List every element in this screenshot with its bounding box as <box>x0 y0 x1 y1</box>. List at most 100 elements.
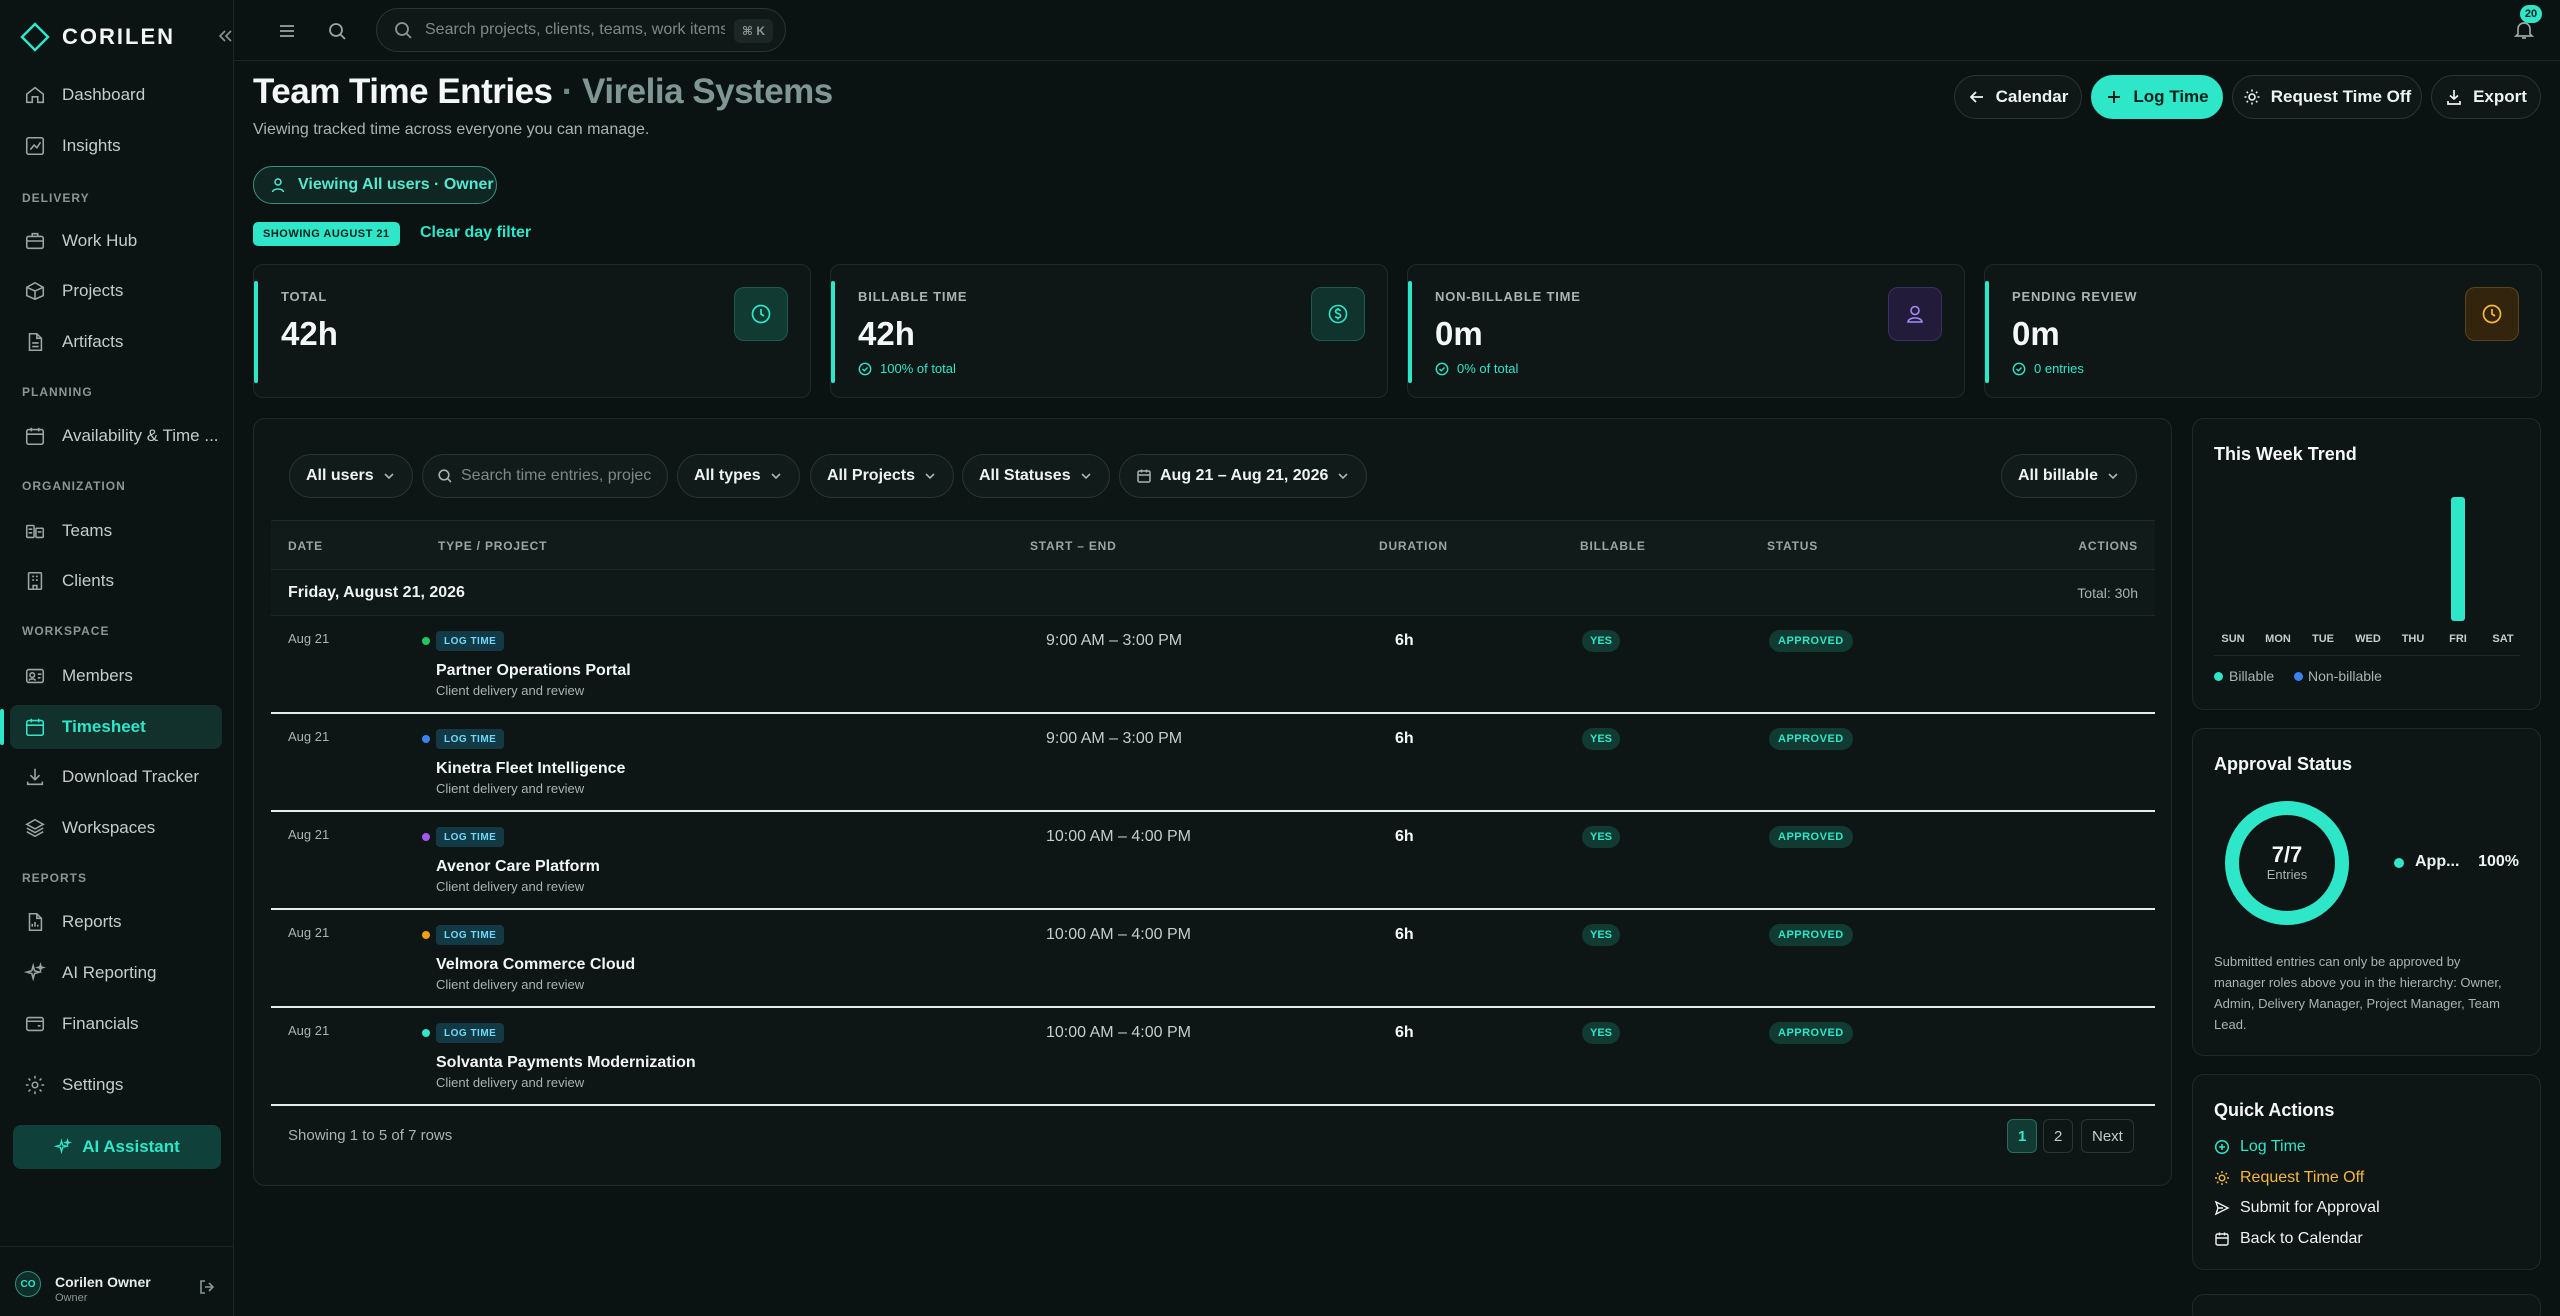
stat-value: 42h <box>858 315 915 352</box>
sidebar-item-work-hub[interactable]: Work Hub <box>10 219 222 263</box>
project-name[interactable]: Partner Operations Portal <box>436 662 631 680</box>
users-filter-label: All users <box>306 467 374 484</box>
next-page-button[interactable]: Next <box>2081 1119 2134 1153</box>
quick-action-request-time-off[interactable]: Request Time Off <box>2214 1169 2364 1187</box>
sidebar-item-projects[interactable]: Projects <box>10 269 222 313</box>
statuses-filter[interactable]: All Statuses <box>962 454 1110 498</box>
column-header-duration[interactable]: DURATION <box>1379 539 1448 553</box>
sidebar-item-label: Settings <box>62 1075 124 1094</box>
trend-bar-fri[interactable] <box>2451 497 2465 621</box>
quick-action-log-time[interactable]: Log Time <box>2214 1138 2306 1156</box>
quick-action-label: Back to Calendar <box>2240 1230 2363 1247</box>
collapse-sidebar-icon[interactable] <box>216 27 234 45</box>
legend-dot-approved <box>2394 858 2404 868</box>
sidebar-item-dashboard[interactable]: Dashboard <box>10 73 222 117</box>
global-search-input[interactable] <box>425 21 725 39</box>
sidebar-item-availability[interactable]: Availability & Time ... <box>10 414 222 458</box>
stat-sub-text: 0 entries <box>2034 361 2084 376</box>
sidebar-item-clients[interactable]: Clients <box>10 559 222 603</box>
entry-duration: 6h <box>1395 632 1414 649</box>
sidebar-item-members[interactable]: Members <box>10 654 222 698</box>
project-name[interactable]: Kinetra Fleet Intelligence <box>436 760 625 778</box>
page-button-1[interactable]: 1 <box>2007 1119 2038 1153</box>
users-filter[interactable]: All users <box>289 454 413 498</box>
menu-icon[interactable] <box>276 20 298 42</box>
log-time-button[interactable]: Log Time <box>2091 75 2223 119</box>
sidebar-item-artifacts[interactable]: Artifacts <box>10 320 222 364</box>
status-badge: APPROVED <box>1769 826 1853 848</box>
chevron-down-icon <box>2108 473 2118 480</box>
trend-day-label: WED <box>2355 633 2381 645</box>
calendar-button[interactable]: Calendar <box>1954 75 2082 119</box>
logout-icon[interactable] <box>198 1278 216 1296</box>
date-range-filter[interactable]: Aug 21 – Aug 21, 2026 <box>1119 454 1368 498</box>
quick-action-submit-for-approval[interactable]: Submit for Approval <box>2214 1199 2380 1217</box>
entry-type-badge: LOG TIME <box>436 925 505 945</box>
stat-card-billable: BILLABLE TIME 42h 100% of total <box>830 264 1388 398</box>
entries-search[interactable]: Search time entries, projects <box>422 454 668 498</box>
sidebar-item-workspaces[interactable]: Workspaces <box>10 806 222 850</box>
quick-action-back-to-calendar[interactable]: Back to Calendar <box>2214 1230 2363 1248</box>
viewing-scope-pill[interactable]: Viewing All users · Owner <box>253 166 497 204</box>
table-row[interactable]: Aug 21 LOG TIME Partner Operations Porta… <box>271 616 2155 714</box>
entry-date: Aug 21 <box>288 925 330 940</box>
project-name[interactable]: Avenor Care Platform <box>436 858 600 876</box>
column-header-type-project[interactable]: TYPE / PROJECT <box>438 539 547 553</box>
plus-circle-icon <box>2214 1139 2230 1155</box>
project-name[interactable]: Velmora Commerce Cloud <box>436 956 635 974</box>
stat-card-pending-review: PENDING REVIEW 0m 0 entries <box>1984 264 2542 398</box>
entry-date: Aug 21 <box>288 631 330 646</box>
project-color-dot <box>422 833 430 841</box>
time-entries-panel: All users Search time entries, projects … <box>253 418 2172 1186</box>
sparkle-icon <box>24 962 46 982</box>
table-row[interactable]: Aug 21 LOG TIME Velmora Commerce Cloud C… <box>271 910 2155 1008</box>
column-header-date[interactable]: DATE <box>288 539 323 553</box>
entry-duration: 6h <box>1395 926 1414 943</box>
brand[interactable]: CORILEN <box>20 22 175 52</box>
search-icon[interactable] <box>326 20 348 42</box>
billable-filter-label: All billable <box>2018 467 2099 484</box>
date-range-label: Aug 21 – Aug 21, 2026 <box>1160 467 1329 484</box>
stat-sub: 0% of total <box>1435 361 1518 376</box>
entries-search-placeholder: Search time entries, projects <box>461 467 651 484</box>
page-button-2[interactable]: 2 <box>2043 1119 2074 1153</box>
projects-filter[interactable]: All Projects <box>810 454 955 498</box>
sidebar-item-insights[interactable]: Insights <box>10 124 222 168</box>
check-circle-icon <box>2012 362 2026 375</box>
sidebar-item-ai-reporting[interactable]: AI Reporting <box>10 951 222 995</box>
export-button[interactable]: Export <box>2431 75 2541 119</box>
home-icon <box>25 86 45 104</box>
table-row[interactable]: Aug 21 LOG TIME Avenor Care Platform Cli… <box>271 812 2155 910</box>
column-header-start-end[interactable]: START – END <box>1030 539 1117 553</box>
table-row[interactable]: Aug 21 LOG TIME Solvanta Payments Modern… <box>271 1008 2155 1106</box>
sidebar-item-settings[interactable]: Settings <box>10 1063 222 1107</box>
clear-day-filter-link[interactable]: Clear day filter <box>420 224 531 242</box>
stat-sub-text: 0% of total <box>1457 361 1519 376</box>
entry-time-range: 10:00 AM – 4:00 PM <box>1046 1024 1191 1041</box>
entry-description: Client delivery and review <box>436 683 585 698</box>
billable-filter[interactable]: All billable <box>2001 454 2138 498</box>
request-time-off-button[interactable]: Request Time Off <box>2232 75 2422 119</box>
calendar-icon <box>1137 469 1151 483</box>
column-header-billable[interactable]: BILLABLE <box>1580 539 1646 553</box>
project-color-dot <box>422 931 430 939</box>
sidebar-item-timesheet[interactable]: Timesheet <box>0 705 222 749</box>
sidebar-item-reports[interactable]: Reports <box>10 900 222 944</box>
sidebar-item-download-tracker[interactable]: Download Tracker <box>10 755 222 799</box>
sidebar-item-financials[interactable]: Financials <box>10 1002 222 1046</box>
stat-label: BILLABLE TIME <box>858 289 968 304</box>
sidebar-item-label: Projects <box>62 281 124 300</box>
project-color-dot <box>422 735 430 743</box>
project-name[interactable]: Solvanta Payments Modernization <box>436 1054 696 1072</box>
title-separator: · <box>561 72 574 111</box>
table-row[interactable]: Aug 21 LOG TIME Kinetra Fleet Intelligen… <box>271 714 2155 812</box>
types-filter[interactable]: All types <box>677 454 800 498</box>
ai-assistant-button[interactable]: AI Assistant <box>13 1125 221 1169</box>
entry-date: Aug 21 <box>288 1023 330 1038</box>
sidebar-item-teams[interactable]: Teams <box>10 509 222 553</box>
user-profile[interactable]: CO Corilen Owner Owner <box>0 1246 234 1316</box>
sidebar-item-label: Financials <box>62 1014 139 1033</box>
global-search[interactable]: ⌘ K <box>376 8 786 52</box>
legend-dot-billable <box>2214 672 2223 681</box>
column-header-status[interactable]: STATUS <box>1767 539 1818 553</box>
